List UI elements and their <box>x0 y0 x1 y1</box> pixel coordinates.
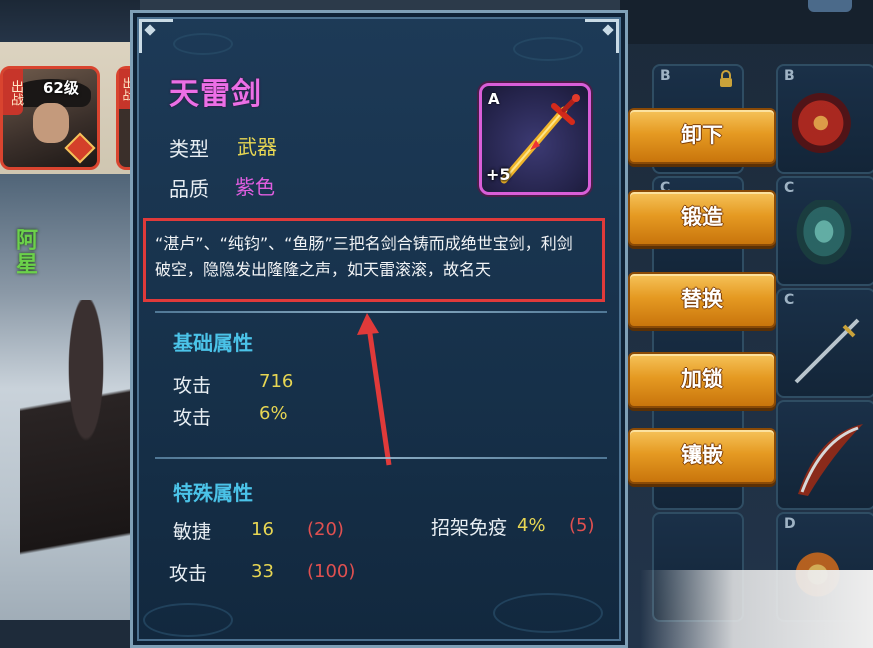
inlay-button[interactable]: 镶嵌 <box>628 428 776 484</box>
blade-art-icon <box>798 424 863 496</box>
base-attrs-title: 基础属性 <box>173 331 253 355</box>
lock-button[interactable]: 加锁 <box>628 352 776 408</box>
cloud-ornament <box>493 593 603 633</box>
attr-value: 716 <box>259 371 294 392</box>
arrow-annotation-icon <box>357 313 392 466</box>
attr-label: 敏捷 <box>173 521 212 543</box>
sword-art-icon <box>794 318 860 384</box>
attr-label: 攻击 <box>169 563 208 585</box>
hero-level: 62级 <box>43 79 79 97</box>
cloud-ornament <box>143 603 233 637</box>
item-detail-panel: 天雷剑 类型 武器 品质 紫色 A +5 “湛卢”、“纯钧”、“鱼肠”三把名剑合… <box>130 10 628 648</box>
attr-value: 16 <box>251 519 274 540</box>
divider <box>155 311 607 313</box>
slot-grade: C <box>784 180 795 196</box>
face-art <box>33 103 69 143</box>
type-label: 类型 <box>169 137 209 161</box>
attr-max: (100) <box>307 561 356 582</box>
slot-grade: B <box>784 68 795 84</box>
hero-portrait[interactable]: 出战 62级 <box>0 66 100 170</box>
slot-grade: C <box>784 292 795 308</box>
slot-grade: B <box>660 68 671 84</box>
hero-figure <box>20 300 130 640</box>
slot-grade: D <box>784 516 796 532</box>
bottom-bar <box>0 620 140 648</box>
enhance-level: +5 <box>486 165 511 184</box>
cloud-ornament <box>173 33 233 55</box>
watermark-fade <box>640 570 873 648</box>
attr-max: (5) <box>569 515 595 536</box>
attr-label: 攻击 <box>173 407 212 429</box>
lock-icon <box>720 70 732 87</box>
inventory-slot[interactable]: B <box>776 64 873 174</box>
replace-button[interactable]: 替换 <box>628 272 776 328</box>
status-tag: 出战 <box>3 69 23 115</box>
type-value: 武器 <box>237 135 277 159</box>
armor-art-icon <box>792 88 856 158</box>
inventory-slot[interactable] <box>776 400 873 510</box>
divider <box>155 457 607 459</box>
attr-label: 攻击 <box>173 375 212 397</box>
item-icon-frame[interactable]: A +5 <box>479 83 591 195</box>
left-scene: 出战 62级 出战 阿星 <box>0 0 140 648</box>
cloud-ornament <box>513 37 583 61</box>
special-attrs-title: 特殊属性 <box>173 481 253 505</box>
corner-ornament <box>139 19 173 53</box>
quality-label: 品质 <box>169 177 209 201</box>
attr-value: 6% <box>259 403 288 424</box>
attr-label: 招架免疫 <box>431 517 508 539</box>
attr-value: 33 <box>251 561 274 582</box>
item-name: 天雷剑 <box>169 77 262 112</box>
corner-ornament <box>585 19 619 53</box>
top-bar <box>0 0 140 42</box>
hero-name: 阿星 <box>12 228 37 276</box>
inventory-slot[interactable]: C <box>776 176 873 286</box>
attr-value: 4% <box>517 515 546 536</box>
attr-max: (20) <box>307 519 344 540</box>
unequip-button[interactable]: 卸下 <box>628 108 776 164</box>
inventory-top-button[interactable] <box>808 0 852 12</box>
forge-button[interactable]: 锻造 <box>628 190 776 246</box>
quality-value: 紫色 <box>235 175 275 199</box>
armor-art-icon <box>792 200 856 270</box>
item-description: “湛卢”、“纯钧”、“鱼肠”三把名剑合铸而成绝世宝剑，利剑破空，隐隐发出隆隆之声… <box>155 234 573 279</box>
inventory-slot[interactable]: C <box>776 288 873 398</box>
gem-icon <box>64 132 96 164</box>
